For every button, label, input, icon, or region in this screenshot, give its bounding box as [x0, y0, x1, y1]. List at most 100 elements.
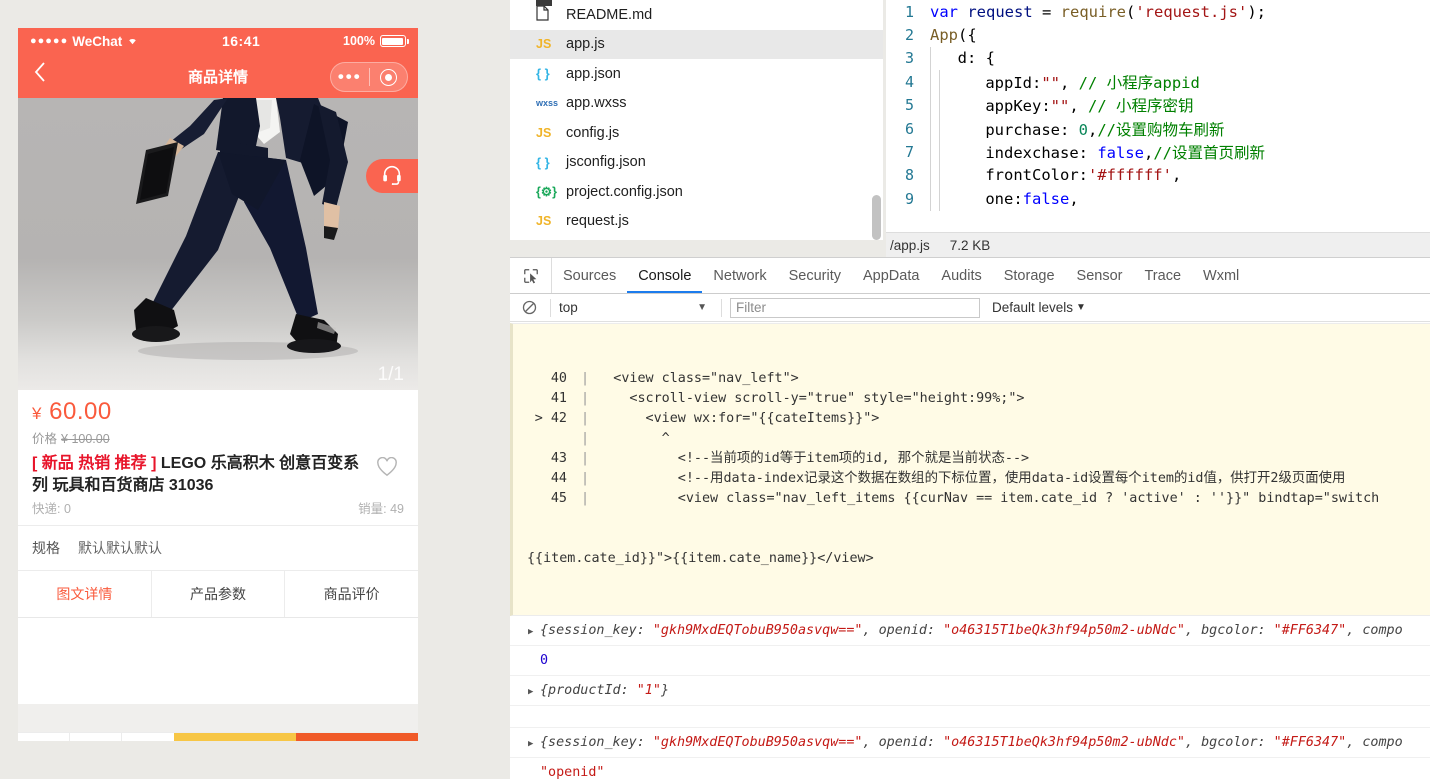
detail-content-spacer [18, 704, 418, 733]
devtools-tab-appdata[interactable]: AppData [852, 258, 930, 293]
inspect-element-icon[interactable] [510, 258, 552, 293]
bottom-cart-button[interactable]: 购物车 [70, 733, 122, 741]
tab-reviews[interactable]: 商品评价 [285, 571, 418, 617]
warning-gutter: | [573, 411, 598, 426]
devtools-tab-network[interactable]: Network [702, 258, 777, 293]
file-name: app.json [566, 65, 621, 82]
file-tree-scrollbar[interactable] [872, 195, 881, 240]
price-value: 60.00 [49, 398, 112, 425]
indent-guide [939, 163, 940, 188]
spec-selector-row[interactable]: 规格 默认默认默认 [18, 525, 418, 572]
file-item-jsconfig-json[interactable]: { } jsconfig.json [510, 148, 883, 178]
devtools-tab-console[interactable]: Console [627, 258, 702, 293]
favorite-button[interactable] [370, 453, 404, 482]
spec-label: 规格 [32, 540, 60, 557]
console-value-log: "openid" [510, 758, 1430, 779]
file-item-config-js[interactable]: JS config.js [510, 118, 883, 148]
devtools-tab-storage[interactable]: Storage [993, 258, 1066, 293]
console-object-log[interactable]: ▶ {productId: "1"} [510, 676, 1430, 706]
file-explorer[interactable]: README.md JS app.js { } app.json wxss app.wxss… [510, 0, 883, 240]
caret-right-icon[interactable]: ▶ [528, 735, 533, 754]
devtools-tab-wxml[interactable]: Wxml [1192, 258, 1250, 293]
detail-tabs: 图文详情 产品参数 商品评价 [18, 571, 418, 619]
product-title: [ 新品 热销 推荐 ] LEGO 乐高积木 创意百变系列 玩具和百货商店 31… [32, 453, 370, 496]
file-item-project-config-json[interactable]: {⚙} project.config.json [510, 177, 883, 207]
line-number: 8 [904, 166, 914, 185]
code-line-8: 8 frontColor:'#ffffff', [886, 163, 1430, 188]
code-text: var request = require('request.js'); [930, 2, 1266, 21]
indent-guide [939, 187, 940, 211]
file-item-app-json[interactable]: { } app.json [510, 59, 883, 89]
customer-service-button[interactable] [366, 159, 418, 193]
warning-line: | ^ [513, 429, 1430, 449]
editor-file-path: /app.js [890, 237, 930, 253]
console-log-list: ▶ {session_key: "gkh9MxdEQTobuB950asvqw==… [510, 616, 1430, 779]
console-levels-select[interactable]: Default levels ▼ [992, 300, 1086, 315]
warning-wrapped-line: {{item.cate_id}}">{{item.cate_name}}</vi… [527, 551, 874, 566]
bottom-home-button[interactable]: 首页 [18, 733, 70, 741]
code-editor[interactable]: 1 var request = require('request.js'); 2 Ap… [886, 0, 1430, 232]
buy-now-button[interactable]: 立刻购买 [296, 733, 418, 741]
caret-right-icon[interactable]: ▶ [528, 683, 533, 702]
file-item-app-wxss[interactable]: wxss app.wxss [510, 89, 883, 119]
warning-line: 41 | <scroll-view scroll-y="true" style=… [513, 389, 1430, 409]
file-name: jsconfig.json [566, 154, 646, 171]
code-text: appKey:"", // 小程序密钥 [948, 97, 1194, 116]
devtools-tab-bar: Sources Console Network Security AppData Audi… [510, 258, 1430, 294]
console-context-select[interactable]: top ▼ [559, 300, 713, 315]
file-item-request-js[interactable]: JS request.js [510, 207, 883, 237]
more-dots-icon[interactable]: ••• [331, 68, 369, 85]
file-name: request.js [566, 213, 629, 230]
gallery-page-indicator: 1/1 [377, 364, 404, 385]
devtools-tab-audits[interactable]: Audits [930, 258, 992, 293]
warning-line: 44 | <!--用data-index记录这个数据在数组的下标位置，使用dat… [513, 469, 1430, 489]
log-object-text: {session_key: "gkh9MxdEQTobuB950asvqw=="… [540, 623, 1403, 638]
console-output[interactable]: 40 | <view class="nav_left"> 41 | <scroll… [510, 323, 1430, 779]
console-filter-input[interactable]: Filter [730, 297, 980, 318]
add-to-cart-button[interactable]: 加入购物车 [174, 733, 296, 741]
project-config-icon: {⚙} [536, 185, 557, 200]
code-line-3: 3 d: { [886, 46, 1430, 71]
warning-gutter: | [573, 431, 598, 446]
code-line-1: 1 var request = require('request.js'); [886, 0, 1430, 23]
warning-line-number: 43 [550, 451, 567, 466]
devtools-tab-sensor[interactable]: Sensor [1066, 258, 1134, 293]
log-value-text: "openid" [540, 765, 605, 779]
line-number: 1 [904, 2, 914, 21]
tab-parameters[interactable]: 产品参数 [152, 571, 286, 618]
console-context-value: top [559, 300, 578, 315]
clear-console-icon[interactable] [516, 300, 542, 315]
code-line-6: 6 purchase: 0,//设置购物车刷新 [886, 116, 1430, 141]
devtools-tab-security[interactable]: Security [778, 258, 852, 293]
code-line-7: 7 indexchase: false,//设置首页刷新 [886, 140, 1430, 164]
file-item-README-md[interactable]: README.md [510, 0, 883, 30]
wifi-icon [126, 34, 139, 48]
product-gallery[interactable]: 1/1 [18, 98, 418, 390]
original-price-value: ¥ 100.00 [61, 432, 110, 446]
battery-icon [379, 35, 409, 47]
devtools-tabs: Sources Console Network Security AppData Audi… [552, 258, 1250, 293]
warning-gutter: | [573, 471, 598, 486]
warning-line: 45 | <view class="nav_left_items {{curNa… [513, 489, 1430, 509]
devtools-panel: Sources Console Network Security AppData Audi… [510, 257, 1430, 779]
tab-image-detail[interactable]: 图文详情 [18, 571, 152, 618]
target-circle-icon[interactable] [370, 68, 408, 86]
indent-guide [939, 70, 940, 94]
code-text: App({ [930, 26, 977, 45]
console-object-log[interactable]: ▶ {session_key: "gkh9MxdEQTobuB950asvqw==… [510, 728, 1430, 758]
log-value-text: 0 [540, 653, 549, 668]
console-log-spacer [510, 706, 1430, 728]
caret-right-icon[interactable]: ▶ [528, 623, 533, 642]
product-meta-row: 快递: 0 销量: 49 [18, 496, 418, 525]
devtools-tab-trace[interactable]: Trace [1133, 258, 1192, 293]
original-price-row: 价格 ¥ 100.00 [32, 428, 404, 447]
product-title-row: [ 新品 热销 推荐 ] LEGO 乐高积木 创意百变系列 玩具和百货商店 31… [18, 449, 418, 496]
wechat-capsule-bar[interactable]: ••• [330, 62, 408, 92]
console-object-log[interactable]: ▶ {session_key: "gkh9MxdEQTobuB950asvqw==… [510, 616, 1430, 646]
devtools-tab-sources[interactable]: Sources [552, 258, 627, 293]
file-item-app-js[interactable]: JS app.js [510, 29, 883, 59]
md-file-icon [536, 5, 566, 24]
file-name: README.md [566, 6, 653, 23]
bottom-share-button[interactable]: 分享 [122, 733, 174, 741]
warning-line-text: <!--用data-index记录这个数据在数组的下标位置，使用data-id设… [597, 471, 1346, 486]
